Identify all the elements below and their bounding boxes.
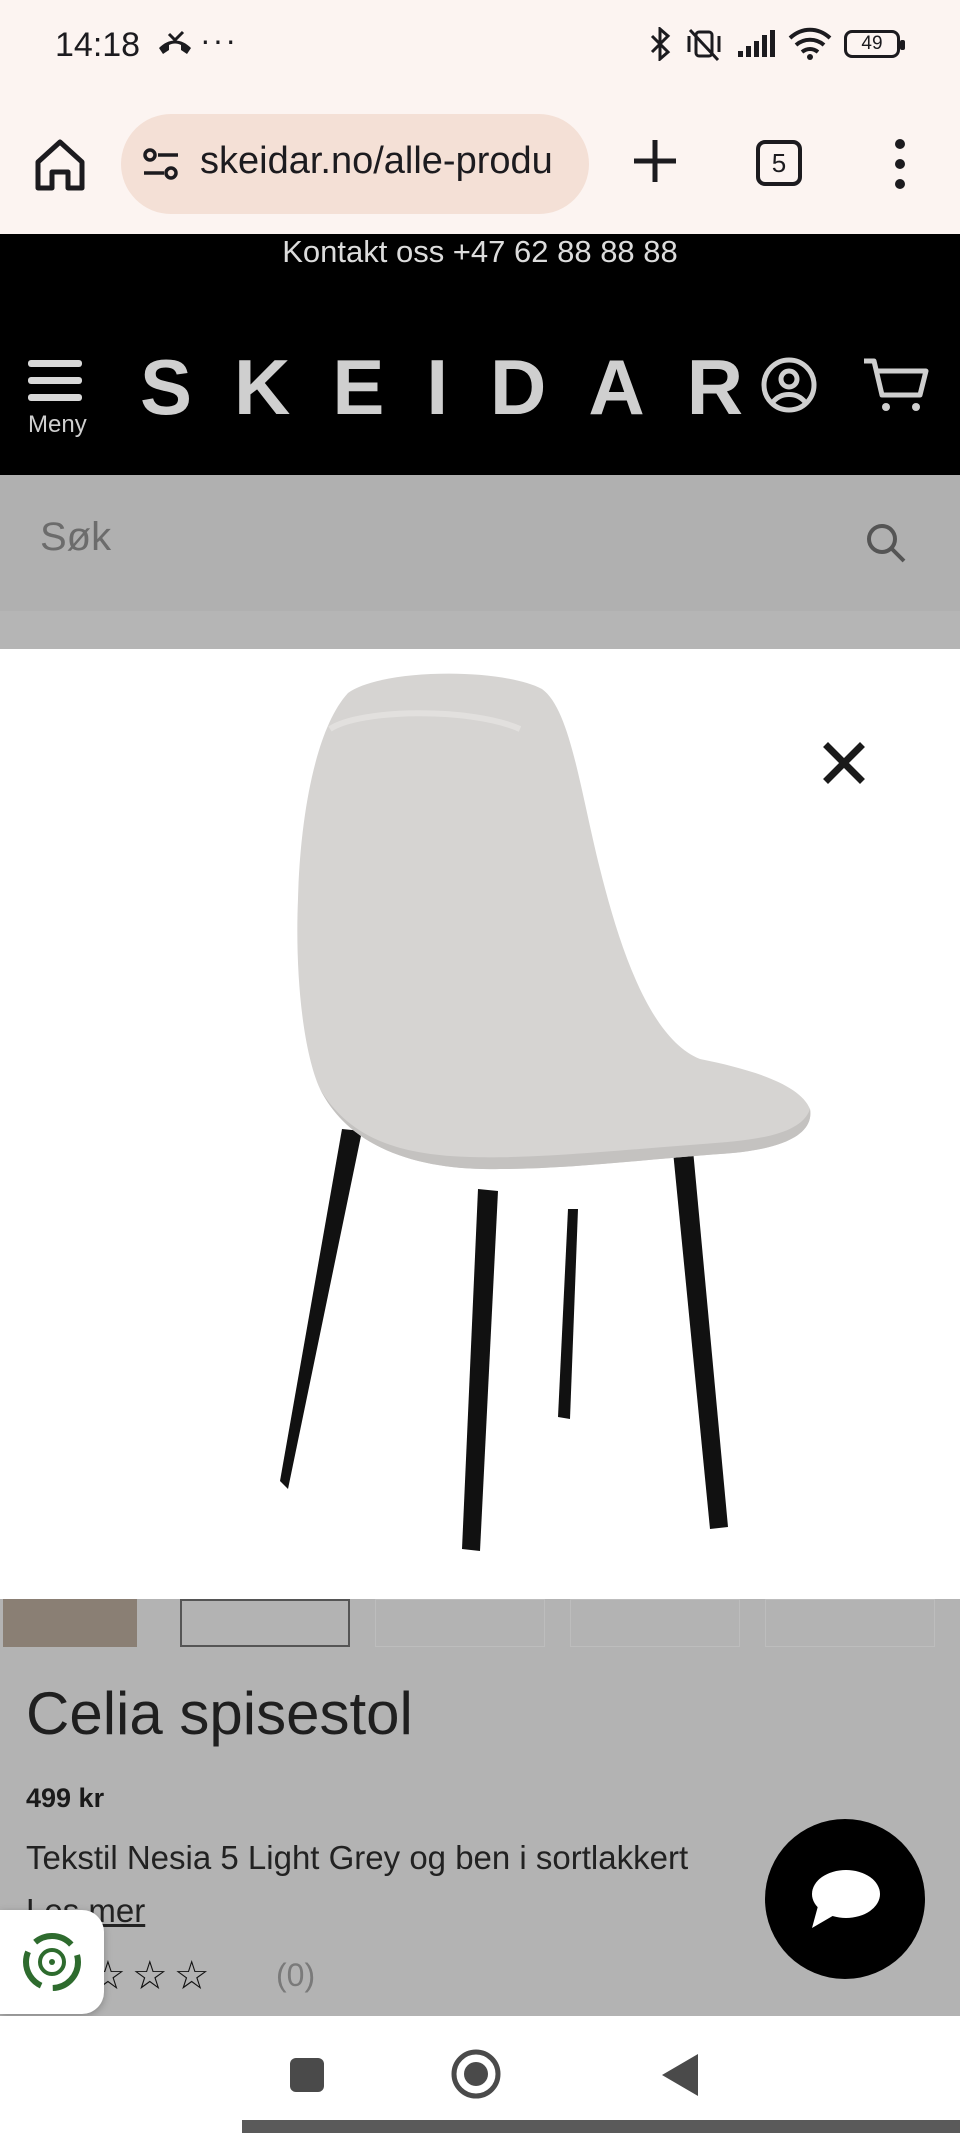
star-icon: ☆ xyxy=(131,1954,174,1998)
contact-link[interactable]: Kontakt oss +47 62 88 88 88 xyxy=(0,234,960,270)
thumbnail-4[interactable] xyxy=(570,1599,740,1647)
tab-count: 5 xyxy=(771,147,787,178)
recycle-badge[interactable] xyxy=(0,1910,104,2014)
review-count[interactable]: (0) xyxy=(276,1957,315,1994)
search-bar[interactable]: Søk xyxy=(0,475,960,611)
status-more-icon: ··· xyxy=(200,22,238,58)
vibrate-icon xyxy=(687,28,721,62)
product-description: Tekstil Nesia 5 Light Grey og ben i sort… xyxy=(26,1839,689,1876)
nav-home-icon[interactable] xyxy=(450,2048,502,2100)
chat-button[interactable] xyxy=(765,1819,925,1979)
missed-call-icon xyxy=(159,30,191,54)
thumbnail-3[interactable] xyxy=(375,1599,545,1647)
search-icon[interactable] xyxy=(864,521,908,565)
gesture-handle xyxy=(242,2120,960,2133)
recents-button[interactable] xyxy=(290,2058,324,2092)
cart-icon[interactable] xyxy=(862,356,930,414)
product-title: Celia spisestol xyxy=(26,1680,413,1747)
more-vert-icon[interactable] xyxy=(880,136,920,192)
search-input[interactable]: Søk xyxy=(40,515,111,560)
status-bar: 14:18 ··· 49 xyxy=(0,0,960,96)
overlay-strip xyxy=(0,611,960,649)
home-icon[interactable] xyxy=(30,134,90,194)
site-logo[interactable]: SKEIDAR xyxy=(140,342,785,433)
site-header: Kontakt oss +47 62 88 88 88 Meny SKEIDAR xyxy=(0,234,960,475)
wifi-icon xyxy=(788,27,832,60)
browser-toolbar: skeidar.no/alle-produ 5 xyxy=(0,96,960,234)
product-price: 499 kr xyxy=(26,1783,105,1813)
hamburger-line xyxy=(28,377,82,384)
battery-level: 49 xyxy=(861,33,883,54)
menu-label: Meny xyxy=(28,411,87,438)
bluetooth-icon xyxy=(650,27,671,61)
system-nav-bar xyxy=(0,2016,960,2133)
product-image-modal xyxy=(0,649,960,1599)
site-settings-icon[interactable] xyxy=(141,144,181,184)
thumbnail-5[interactable] xyxy=(765,1599,935,1647)
close-icon[interactable] xyxy=(822,741,866,785)
signal-icon xyxy=(738,30,775,57)
chat-bubble-icon xyxy=(812,1870,880,1928)
url-text[interactable]: skeidar.no/alle-produ xyxy=(200,140,553,183)
product-image-chair xyxy=(280,673,811,1551)
menu-button[interactable]: Meny xyxy=(28,360,98,439)
address-bar[interactable]: skeidar.no/alle-produ xyxy=(121,114,589,214)
hamburger-icon xyxy=(28,360,82,367)
cut-off-text xyxy=(26,2004,826,2016)
back-icon[interactable] xyxy=(660,2052,700,2098)
hamburger-line xyxy=(28,394,82,401)
rating-stars[interactable]: ☆☆☆ xyxy=(90,1953,216,1999)
tab-switcher-button[interactable]: 5 xyxy=(756,140,802,186)
thumbnail-1[interactable] xyxy=(3,1599,137,1647)
status-time: 14:18 xyxy=(55,26,141,64)
battery-icon: 49 xyxy=(844,30,905,58)
new-tab-icon[interactable] xyxy=(628,134,682,188)
thumbnail-2[interactable] xyxy=(180,1599,350,1647)
status-icons: 49 xyxy=(648,26,905,62)
account-icon[interactable] xyxy=(760,356,818,414)
recycle-icon xyxy=(23,1933,81,1991)
star-icon: ☆ xyxy=(173,1954,216,1998)
